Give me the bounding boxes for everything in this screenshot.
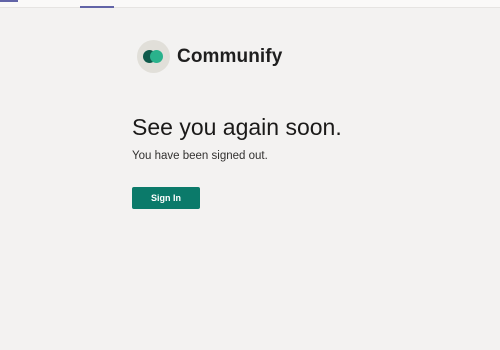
top-window-strip xyxy=(0,0,500,8)
sign-in-button[interactable]: Sign In xyxy=(132,187,200,209)
logo-light-dot xyxy=(150,50,163,63)
communify-logo-icon xyxy=(137,40,170,73)
signed-out-message: You have been signed out. xyxy=(132,150,268,162)
brand-logo: Communify xyxy=(137,40,282,73)
top-strip-accent xyxy=(0,0,18,2)
app-name: Communify xyxy=(177,45,283,67)
page-title: See you again soon. xyxy=(132,114,342,140)
active-tab-indicator[interactable] xyxy=(80,6,114,8)
